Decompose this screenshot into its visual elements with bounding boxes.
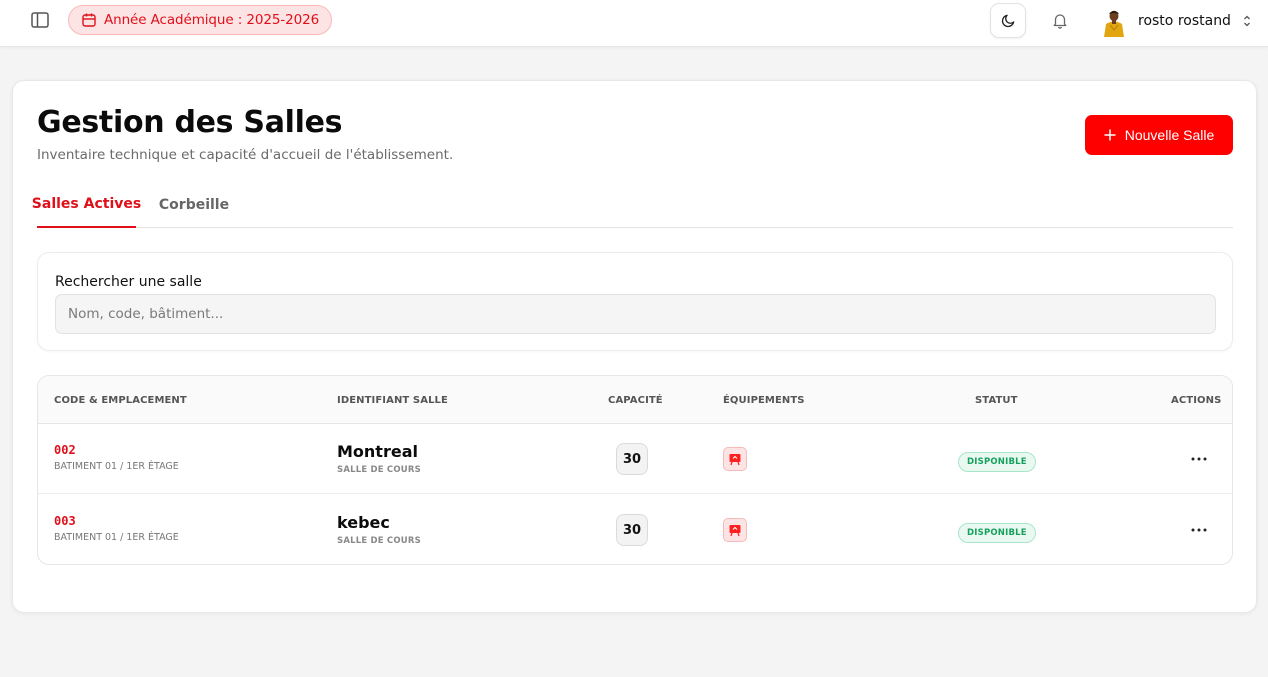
theme-toggle-button[interactable] xyxy=(990,3,1026,38)
user-menu[interactable]: rosto rostand xyxy=(1101,4,1254,37)
notifications-button[interactable] xyxy=(1049,9,1071,31)
column-header-code: CODE & EMPLACEMENT xyxy=(54,394,187,406)
projector-icon xyxy=(729,525,741,537)
page-subtitle: Inventaire technique et capacité d'accue… xyxy=(37,147,454,163)
top-bar: Année Académique : 2025-2026 rosto rosta… xyxy=(0,0,1268,47)
rooms-table: CODE & EMPLACEMENT IDENTIFIANT SALLE CAP… xyxy=(37,375,1233,565)
room-code: 002 xyxy=(54,443,76,457)
status-badge: DISPONIBLE xyxy=(958,452,1036,472)
plus-icon xyxy=(1104,129,1116,141)
chevron-up-down-icon xyxy=(1242,14,1254,28)
academic-year-badge[interactable]: Année Académique : 2025-2026 xyxy=(68,5,333,35)
user-name: rosto rostand xyxy=(1138,12,1231,29)
room-code: 003 xyxy=(54,514,76,528)
column-header-status: STATUT xyxy=(975,394,1018,406)
more-horizontal-icon xyxy=(1191,457,1207,461)
rooms-management-card: Gestion des Salles Inventaire technique … xyxy=(12,80,1257,613)
status-badge: DISPONIBLE xyxy=(958,523,1036,543)
room-name: Montreal xyxy=(337,442,418,461)
column-header-equipment: ÉQUIPEMENTS xyxy=(723,394,805,406)
row-actions-button[interactable] xyxy=(1188,520,1210,540)
page-title: Gestion des Salles xyxy=(37,105,343,140)
room-location: BATIMENT 01 / 1ER ÉTAGE xyxy=(54,461,179,472)
room-capacity: 30 xyxy=(616,514,648,546)
tab-active-rooms[interactable]: Salles Actives xyxy=(32,181,141,228)
column-header-capacity: CAPACITÉ xyxy=(608,394,663,406)
projector-icon xyxy=(729,454,741,466)
more-horizontal-icon xyxy=(1191,528,1207,532)
bell-icon xyxy=(1053,13,1067,29)
new-room-button-label: Nouvelle Salle xyxy=(1124,127,1215,143)
sidebar-toggle-button[interactable] xyxy=(29,10,51,30)
room-type: SALLE DE COURS xyxy=(337,465,421,475)
search-panel: Rechercher une salle xyxy=(37,252,1233,351)
table-row: 003 BATIMENT 01 / 1ER ÉTAGE kebec SALLE … xyxy=(38,495,1232,564)
search-input[interactable] xyxy=(55,294,1216,334)
room-capacity: 30 xyxy=(616,443,648,475)
tab-trash[interactable]: Corbeille xyxy=(154,181,234,228)
column-header-actions: ACTIONS xyxy=(1171,394,1222,406)
table-row: 002 BATIMENT 01 / 1ER ÉTAGE Montreal SAL… xyxy=(38,424,1232,494)
academic-year-label: Année Académique : 2025-2026 xyxy=(104,12,320,28)
table-header: CODE & EMPLACEMENT IDENTIFIANT SALLE CAP… xyxy=(38,376,1232,424)
equipment-badge xyxy=(723,518,747,542)
moon-icon xyxy=(1001,14,1014,28)
room-type: SALLE DE COURS xyxy=(337,536,421,546)
row-actions-button[interactable] xyxy=(1188,449,1210,469)
sidebar-toggle-icon xyxy=(31,12,49,28)
search-label: Rechercher une salle xyxy=(55,274,202,290)
equipment-badge xyxy=(723,447,747,471)
column-header-identifier: IDENTIFIANT SALLE xyxy=(337,394,448,406)
tabs: Salles Actives Corbeille xyxy=(32,181,1233,228)
calendar-icon xyxy=(82,13,96,27)
new-room-button[interactable]: Nouvelle Salle xyxy=(1085,115,1233,155)
room-location: BATIMENT 01 / 1ER ÉTAGE xyxy=(54,532,179,543)
avatar xyxy=(1101,4,1127,37)
room-name: kebec xyxy=(337,513,390,532)
